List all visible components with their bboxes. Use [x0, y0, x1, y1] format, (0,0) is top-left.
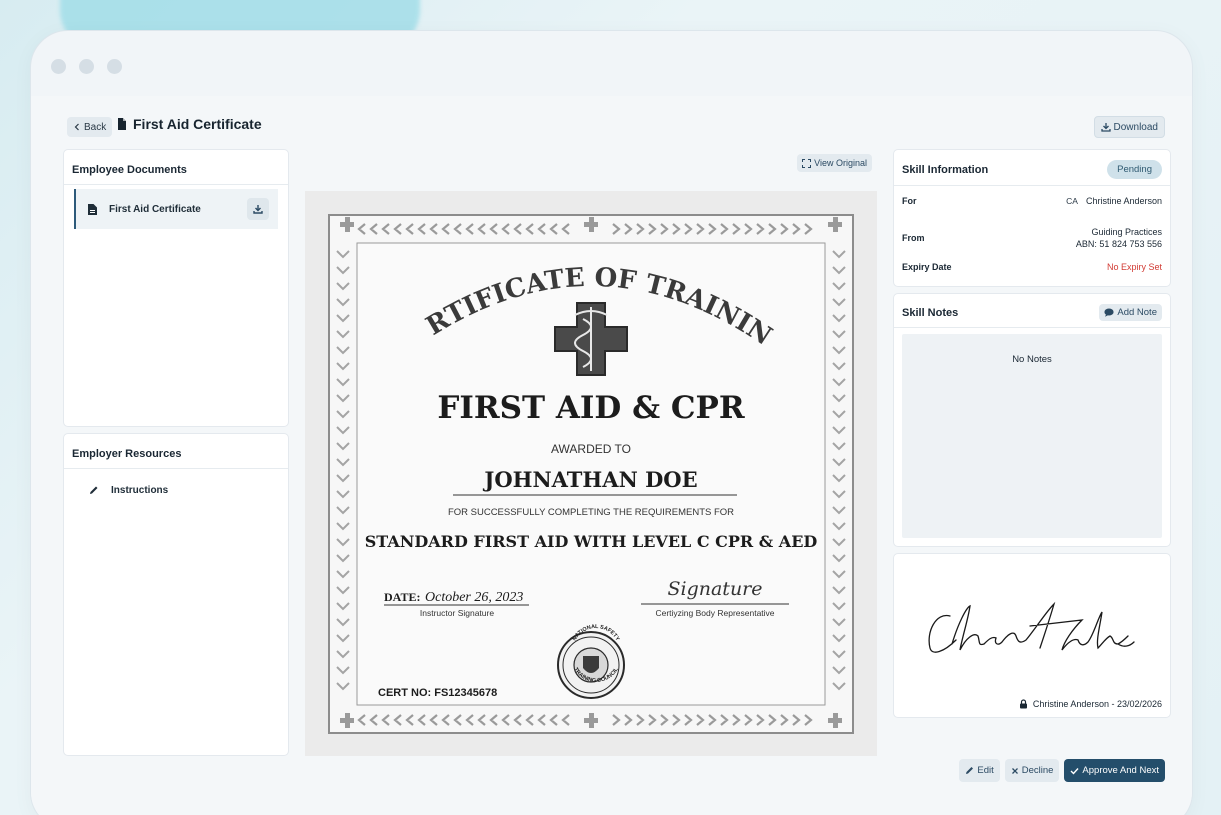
decline-button[interactable]: Decline — [1004, 759, 1060, 782]
certificate-recipient: JOHNATHAN DOE — [482, 467, 697, 492]
skill-notes-title: Skill Notes — [902, 306, 959, 319]
top-bar: Back First Aid Certificate Download — [67, 116, 1165, 138]
certificate-awarded-to: AWARDED TO — [551, 442, 631, 456]
comment-icon — [1104, 308, 1114, 317]
employee-documents-panel: Employee Documents First Aid Certificate — [63, 149, 289, 427]
for-name: Christine Anderson — [1085, 196, 1162, 206]
edit-label: Edit — [977, 765, 994, 776]
add-note-button[interactable]: Add Note — [1099, 304, 1162, 321]
page-title: First Aid Certificate — [117, 116, 262, 132]
from-abn: ABN: 51 824 753 556 — [1075, 239, 1162, 249]
approve-and-next-button[interactable]: Approve And Next — [1064, 759, 1165, 782]
skill-notes-panel: Skill Notes Add Note No Notes — [893, 293, 1171, 547]
view-original-button[interactable]: View Original — [797, 154, 872, 172]
from-organization: Guiding Practices — [1091, 227, 1162, 237]
skill-expiry-row: Expiry Date No Expiry Set — [902, 262, 1162, 272]
notes-list: No Notes — [902, 334, 1162, 538]
skill-for-row: For CA Christine Anderson — [902, 196, 1162, 206]
skill-information-title: Skill Information — [902, 163, 989, 176]
app-area: Back First Aid Certificate Download Empl… — [31, 96, 1192, 815]
certificate-requirement-text: FOR SUCCESSFULLY COMPLETING THE REQUIREM… — [448, 507, 734, 518]
window-chrome — [31, 31, 1192, 96]
document-download-button[interactable] — [247, 198, 269, 220]
pencil-icon — [966, 767, 974, 774]
approve-label: Approve And Next — [1082, 765, 1159, 776]
employee-documents-title: Employee Documents — [64, 150, 288, 185]
resource-item-label: Instructions — [111, 485, 169, 496]
certificate-instructor-label: Instructor Signature — [420, 608, 494, 618]
close-icon — [1011, 767, 1018, 774]
window-dot — [51, 59, 66, 74]
document-item-first-aid[interactable]: First Aid Certificate — [74, 189, 278, 229]
certificate-main-title: FIRST AID & CPR — [437, 390, 745, 426]
status-badge: Pending — [1107, 160, 1162, 179]
signature-panel: Christine Anderson - 23/02/2026 — [893, 553, 1171, 718]
signed-by-text: Christine Anderson - 23/02/2026 — [1032, 699, 1162, 709]
browser-window: Back First Aid Certificate Download Empl… — [30, 30, 1193, 815]
window-dot — [107, 59, 122, 74]
from-label: From — [902, 233, 925, 243]
certificate-image: CERTIFICATE OF TRAINING FIRST AID & CPR … — [294, 168, 877, 756]
lock-icon — [1019, 699, 1027, 709]
back-label: Back — [84, 121, 107, 133]
download-icon — [253, 205, 263, 214]
certificate-number: CERT NO: FS12345678 — [378, 687, 497, 699]
handwritten-signature — [928, 601, 1135, 653]
check-icon — [1070, 767, 1079, 775]
chevron-left-icon — [74, 123, 79, 131]
skill-information-panel: Skill Information Pending For CA Christin… — [893, 149, 1171, 287]
document-viewer: View Original RTIFICATE OF TRAININ FIRST… — [294, 154, 877, 756]
no-notes-text: No Notes — [1012, 354, 1052, 365]
expiry-value: No Expiry Set — [1106, 262, 1162, 272]
download-label: Download — [1113, 121, 1158, 133]
download-button[interactable]: Download — [1093, 116, 1165, 138]
certificate-course: STANDARD FIRST AID WITH LEVEL C CPR & AE… — [365, 532, 818, 551]
certificate-signature-text: Signature — [667, 578, 762, 600]
skill-information-header: Skill Information Pending — [894, 150, 1170, 186]
certificate-date-label: DATE: — [384, 590, 420, 604]
window-dot — [79, 59, 94, 74]
page-title-text: First Aid Certificate — [133, 116, 262, 132]
employer-resources-panel: Employer Resources Instructions — [63, 433, 289, 756]
signature-footer: Christine Anderson - 23/02/2026 — [1019, 699, 1162, 709]
edit-button[interactable]: Edit — [959, 759, 1000, 782]
expand-icon — [802, 158, 812, 168]
expiry-label: Expiry Date — [902, 262, 952, 272]
skill-from-row: From Guiding Practices ABN: 51 824 753 5… — [902, 226, 1162, 250]
download-icon — [1100, 123, 1111, 132]
certificate-date-value: October 26, 2023 — [425, 590, 523, 605]
certificate-body-rep-label: Certiyzing Body Representative — [655, 608, 774, 618]
pencil-icon — [90, 486, 98, 494]
file-icon — [118, 118, 126, 130]
decline-label: Decline — [1021, 765, 1054, 776]
resource-item-instructions[interactable]: Instructions — [88, 485, 168, 496]
document-item-label: First Aid Certificate — [109, 203, 201, 215]
back-button[interactable]: Back — [67, 117, 113, 137]
view-original-label: View Original — [814, 158, 867, 168]
add-note-label: Add Note — [1117, 307, 1157, 318]
avatar-initials: CA — [1066, 196, 1078, 206]
file-icon — [88, 203, 97, 215]
action-bar: Edit Decline Approve And Next — [959, 759, 1165, 782]
skill-notes-header: Skill Notes Add Note — [894, 294, 1170, 328]
certificate-artwork: CERTIFICATE OF TRAINING FIRST AID & CPR … — [294, 168, 877, 756]
for-label: For — [902, 196, 917, 206]
employer-resources-title: Employer Resources — [64, 434, 288, 469]
